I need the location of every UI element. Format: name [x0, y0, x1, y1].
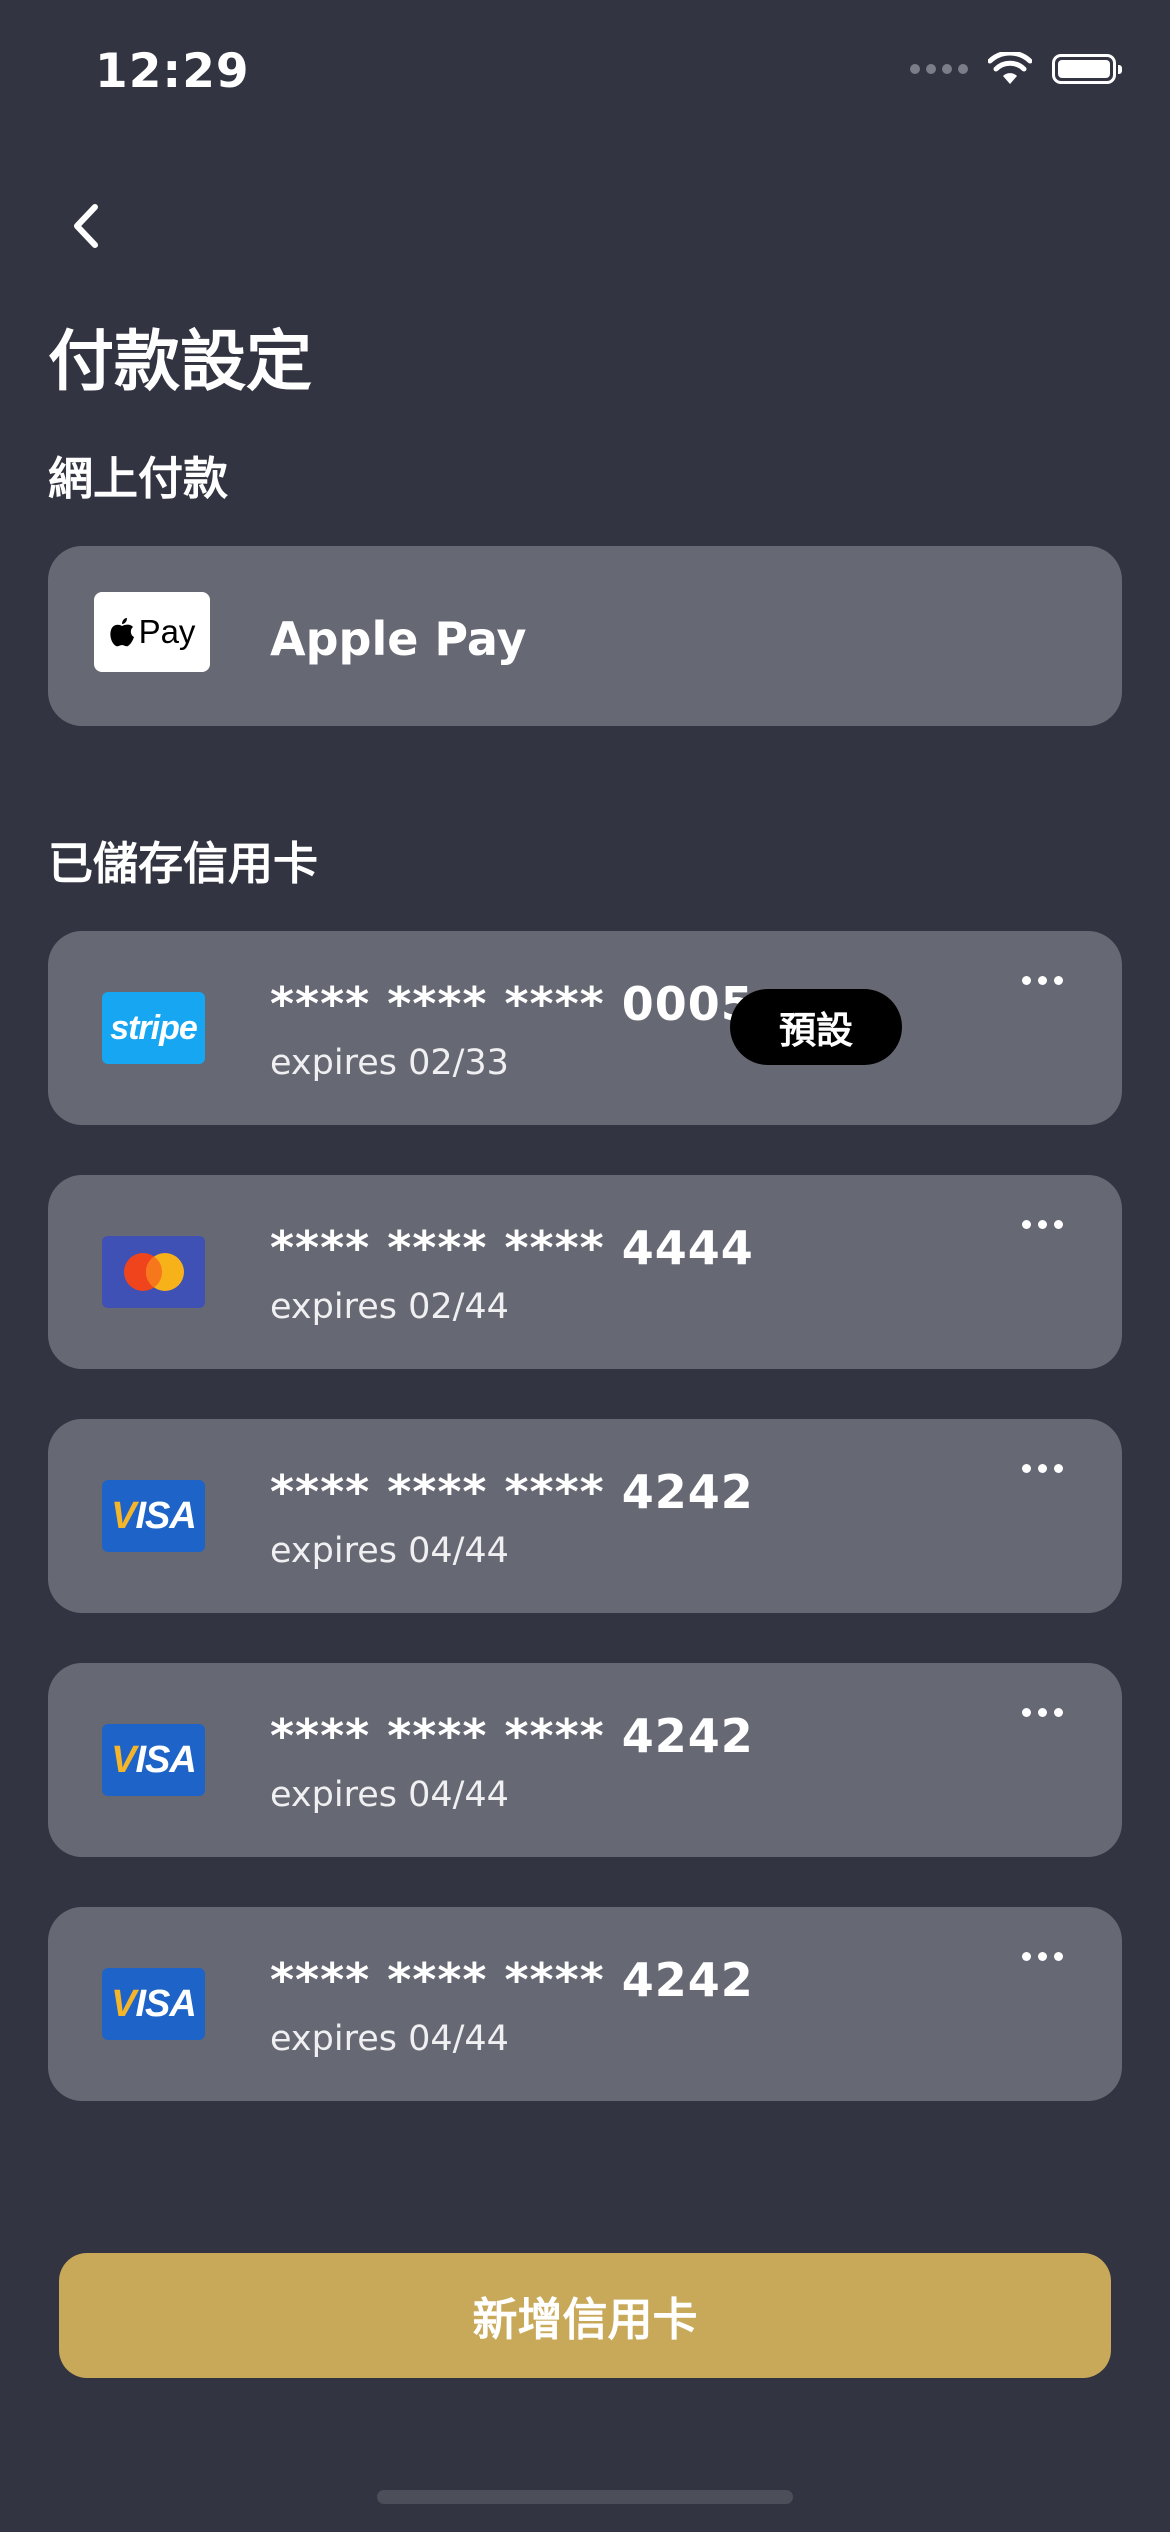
wifi-icon: [988, 52, 1032, 84]
apple-pay-logo: Pay: [94, 592, 210, 672]
apple-pay-logo-text: Pay: [138, 613, 196, 650]
saved-card-item[interactable]: VISA **** **** **** 4242 expires 04/44: [48, 1663, 1122, 1857]
saved-card-item[interactable]: VISA **** **** **** 4242 expires 04/44: [48, 1419, 1122, 1613]
home-indicator[interactable]: [377, 2490, 793, 2504]
more-options-icon[interactable]: [1012, 1941, 1072, 1971]
card-number: **** **** **** 4242: [270, 1709, 754, 1763]
visa-logo-text: VISA: [111, 1738, 197, 1781]
card-expiry: expires 02/33: [270, 1043, 509, 1083]
apple-logo-icon: [109, 618, 134, 647]
visa-logo-icon: VISA: [102, 1480, 205, 1552]
status-time: 12:29: [95, 44, 250, 99]
more-options-icon[interactable]: [1012, 1453, 1072, 1483]
card-number: **** **** **** 4242: [270, 1953, 754, 2007]
status-icons: [910, 52, 1122, 86]
card-expiry: expires 04/44: [270, 1531, 509, 1571]
card-number: **** **** **** 4444: [270, 1221, 754, 1275]
more-options-icon[interactable]: [1012, 1697, 1072, 1727]
card-expiry: expires 04/44: [270, 1775, 509, 1815]
visa-logo-text: VISA: [111, 1982, 197, 2025]
mastercard-circles-icon: [123, 1253, 184, 1291]
online-payment-section-title: 網上付款: [48, 452, 229, 505]
saved-cards-section-title: 已儲存信用卡: [48, 837, 319, 890]
battery-icon: [1052, 54, 1122, 84]
card-number: **** **** **** 4242: [270, 1465, 754, 1519]
stripe-logo-icon: stripe: [102, 992, 205, 1064]
mastercard-logo-icon: [102, 1236, 205, 1308]
signal-icon: [910, 64, 968, 74]
back-chevron-icon: [74, 204, 98, 248]
page-title: 付款設定: [48, 323, 312, 400]
card-expiry: expires 04/44: [270, 2019, 509, 2059]
saved-card-item[interactable]: VISA **** **** **** 4242 expires 04/44: [48, 1907, 1122, 2101]
visa-logo-text: VISA: [111, 1494, 197, 1537]
visa-logo-icon: VISA: [102, 1724, 205, 1796]
apple-pay-option[interactable]: Pay Apple Pay: [48, 546, 1122, 726]
stripe-logo-text: stripe: [110, 1008, 198, 1047]
saved-card-item[interactable]: **** **** **** 4444 expires 02/44: [48, 1175, 1122, 1369]
card-expiry: expires 02/44: [270, 1287, 509, 1327]
more-options-icon[interactable]: [1012, 1209, 1072, 1239]
card-number: **** **** **** 0005: [270, 977, 754, 1031]
more-options-icon[interactable]: [1012, 965, 1072, 995]
apple-pay-label: Apple Pay: [270, 612, 527, 666]
saved-card-item[interactable]: stripe **** **** **** 0005 expires 02/33…: [48, 931, 1122, 1125]
back-button[interactable]: [58, 194, 114, 258]
default-badge: 預設: [730, 989, 902, 1065]
visa-logo-icon: VISA: [102, 1968, 205, 2040]
add-credit-card-button[interactable]: 新增信用卡: [59, 2253, 1111, 2378]
